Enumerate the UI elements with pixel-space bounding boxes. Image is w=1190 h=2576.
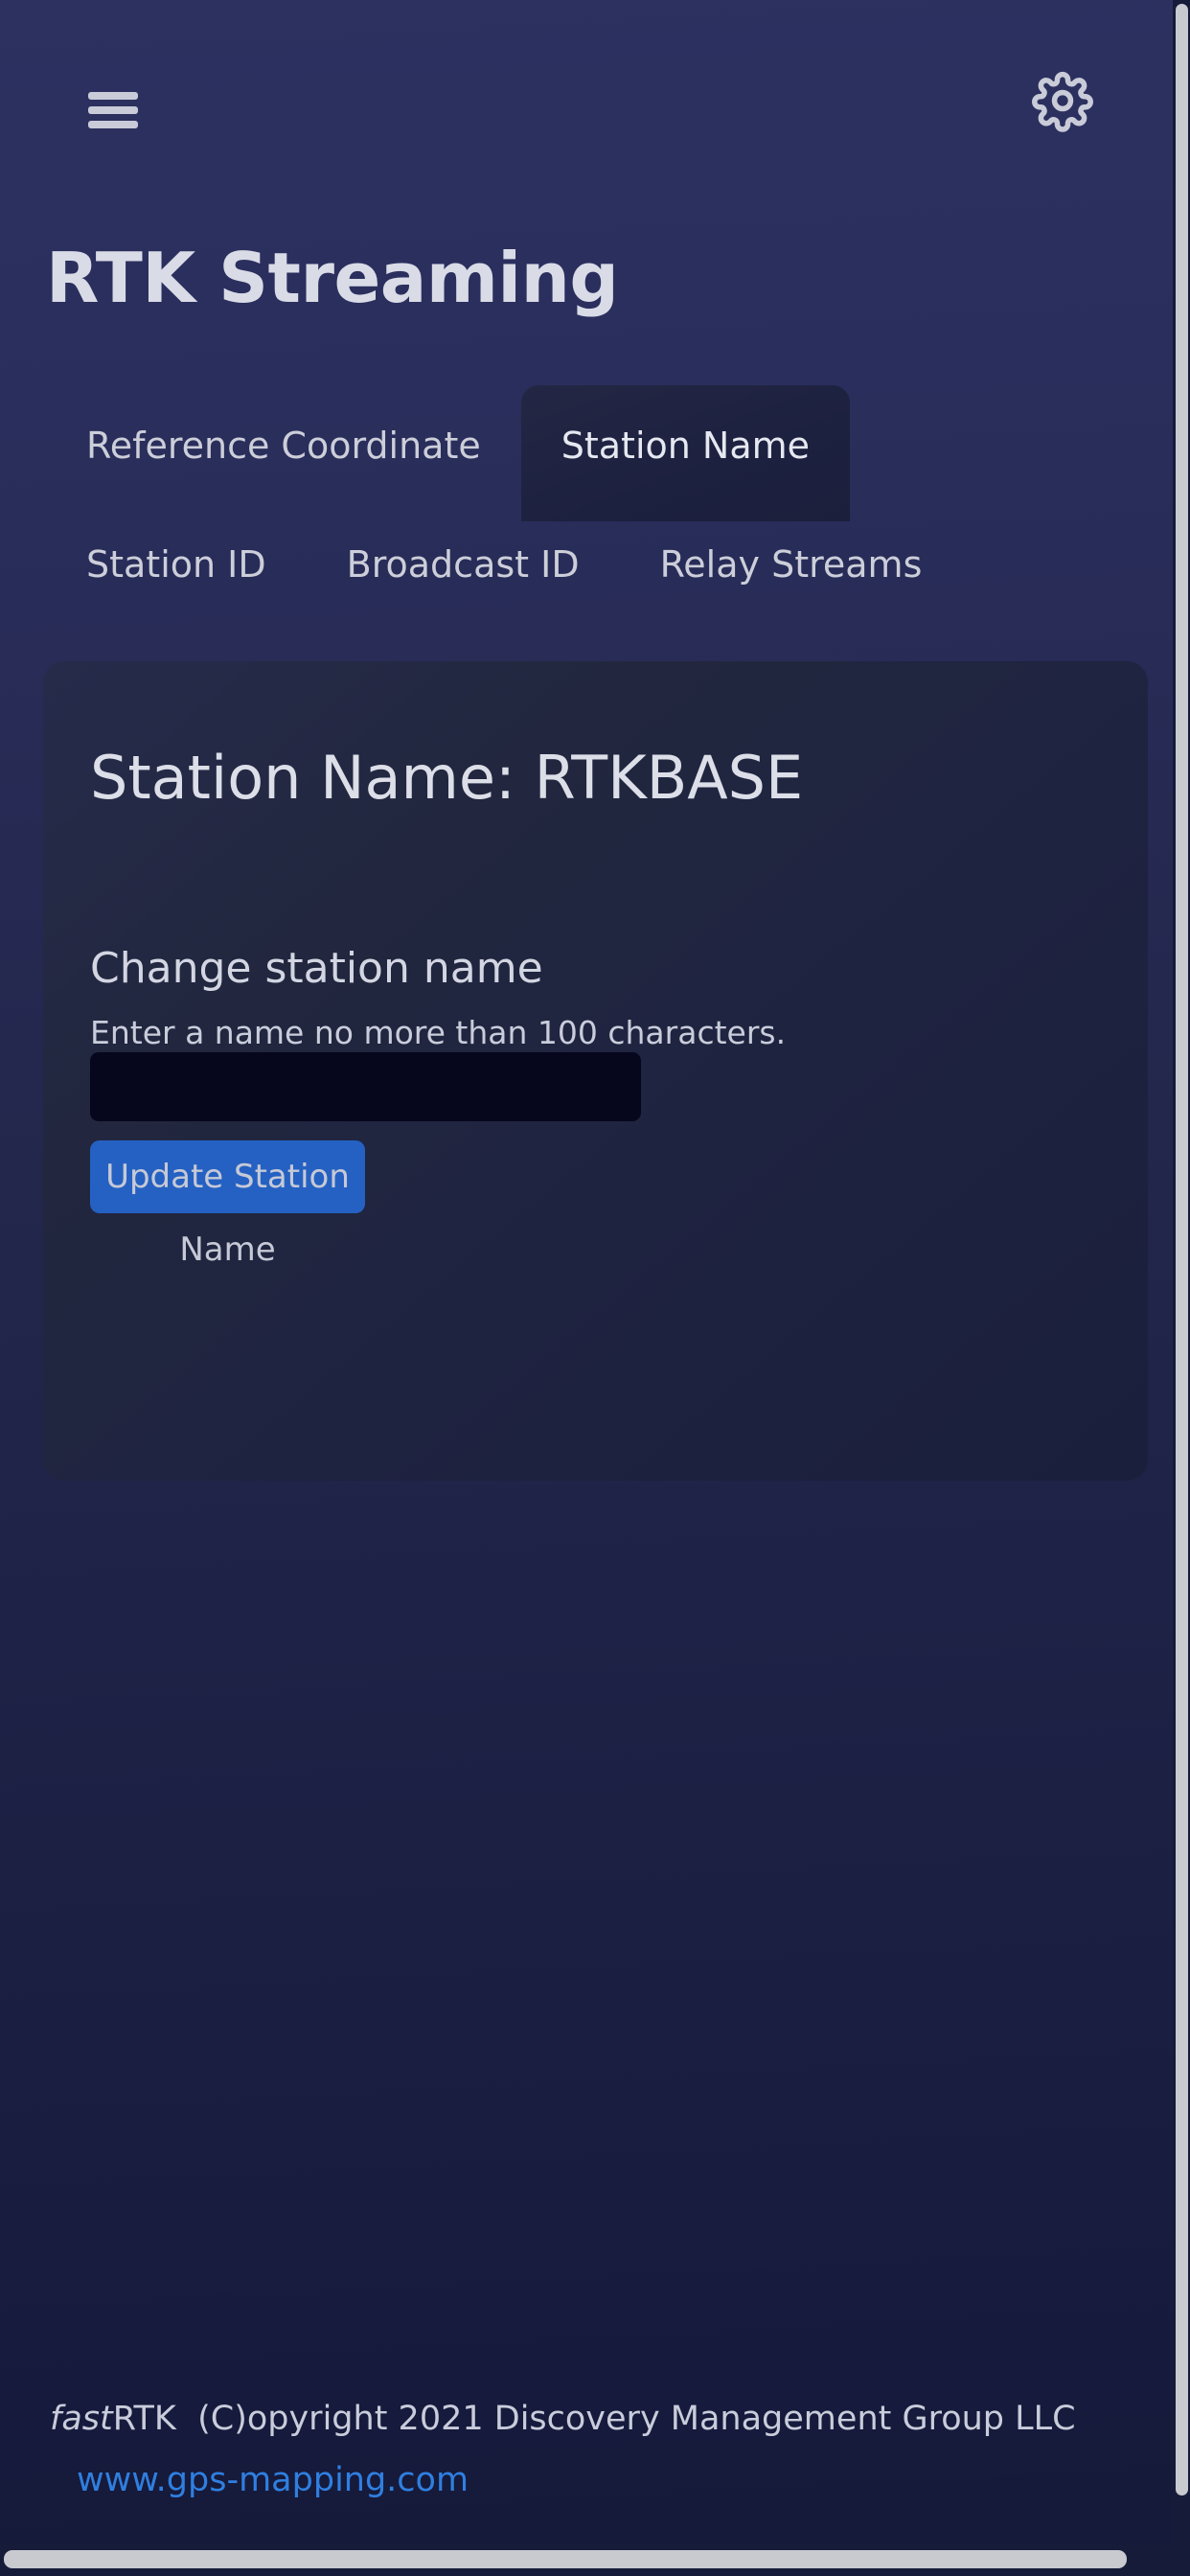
tab-label: Station Name <box>561 425 811 467</box>
page-title: RTK Streaming <box>46 238 619 318</box>
tab-broadcast-id[interactable]: Broadcast ID <box>307 521 620 600</box>
station-name-input[interactable] <box>90 1052 641 1121</box>
tab-station-id[interactable]: Station ID <box>46 521 307 600</box>
horizontal-scrollbar[interactable] <box>0 2543 1173 2576</box>
app-header <box>0 0 1173 144</box>
change-station-name-label: Change station name <box>90 944 543 993</box>
hamburger-menu-icon[interactable] <box>88 92 138 128</box>
card-title: Station Name: RTKBASE <box>90 743 804 813</box>
hamburger-bar-3 <box>88 121 138 128</box>
tab-relay-streams[interactable]: Relay Streams <box>620 521 963 600</box>
tab-label: Station ID <box>86 543 266 586</box>
app-viewport: RTK Streaming Reference Coordinate Stati… <box>0 0 1173 2576</box>
station-name-helper-text: Enter a name no more than 100 characters… <box>90 1014 787 1051</box>
tab-label: Relay Streams <box>659 543 923 586</box>
tab-reference-coordinate[interactable]: Reference Coordinate <box>46 395 521 496</box>
tab-bar: Reference Coordinate Station Name Statio… <box>46 385 1138 600</box>
tab-station-name[interactable]: Station Name <box>520 385 851 521</box>
tab-label: Broadcast ID <box>346 543 580 586</box>
vertical-scrollbar-thumb[interactable] <box>1176 4 1188 2496</box>
copyright-text: fastRTK (C)opyright 2021 Discovery Manag… <box>50 2403 1173 2436</box>
copyright-notice: (C)opyright 2021 Discovery Management Gr… <box>175 2400 1076 2438</box>
website-link[interactable]: www.gps-mapping.com <box>77 2461 469 2499</box>
horizontal-scrollbar-thumb[interactable] <box>4 2550 1127 2568</box>
brand-fast: fast <box>50 2400 113 2438</box>
hamburger-bar-1 <box>88 92 138 100</box>
update-station-name-button[interactable]: Update Station Name <box>90 1140 365 1269</box>
hamburger-bar-2 <box>88 106 138 114</box>
gear-icon[interactable] <box>1029 67 1096 134</box>
tab-label: Reference Coordinate <box>86 425 481 467</box>
footer: fastRTK (C)opyright 2021 Discovery Manag… <box>0 2403 1173 2500</box>
station-name-panel: Station Name: RTKBASE Change station nam… <box>43 661 1148 1481</box>
brand-rtk: RTK <box>112 2400 176 2438</box>
vertical-scrollbar[interactable] <box>1173 0 1190 2576</box>
